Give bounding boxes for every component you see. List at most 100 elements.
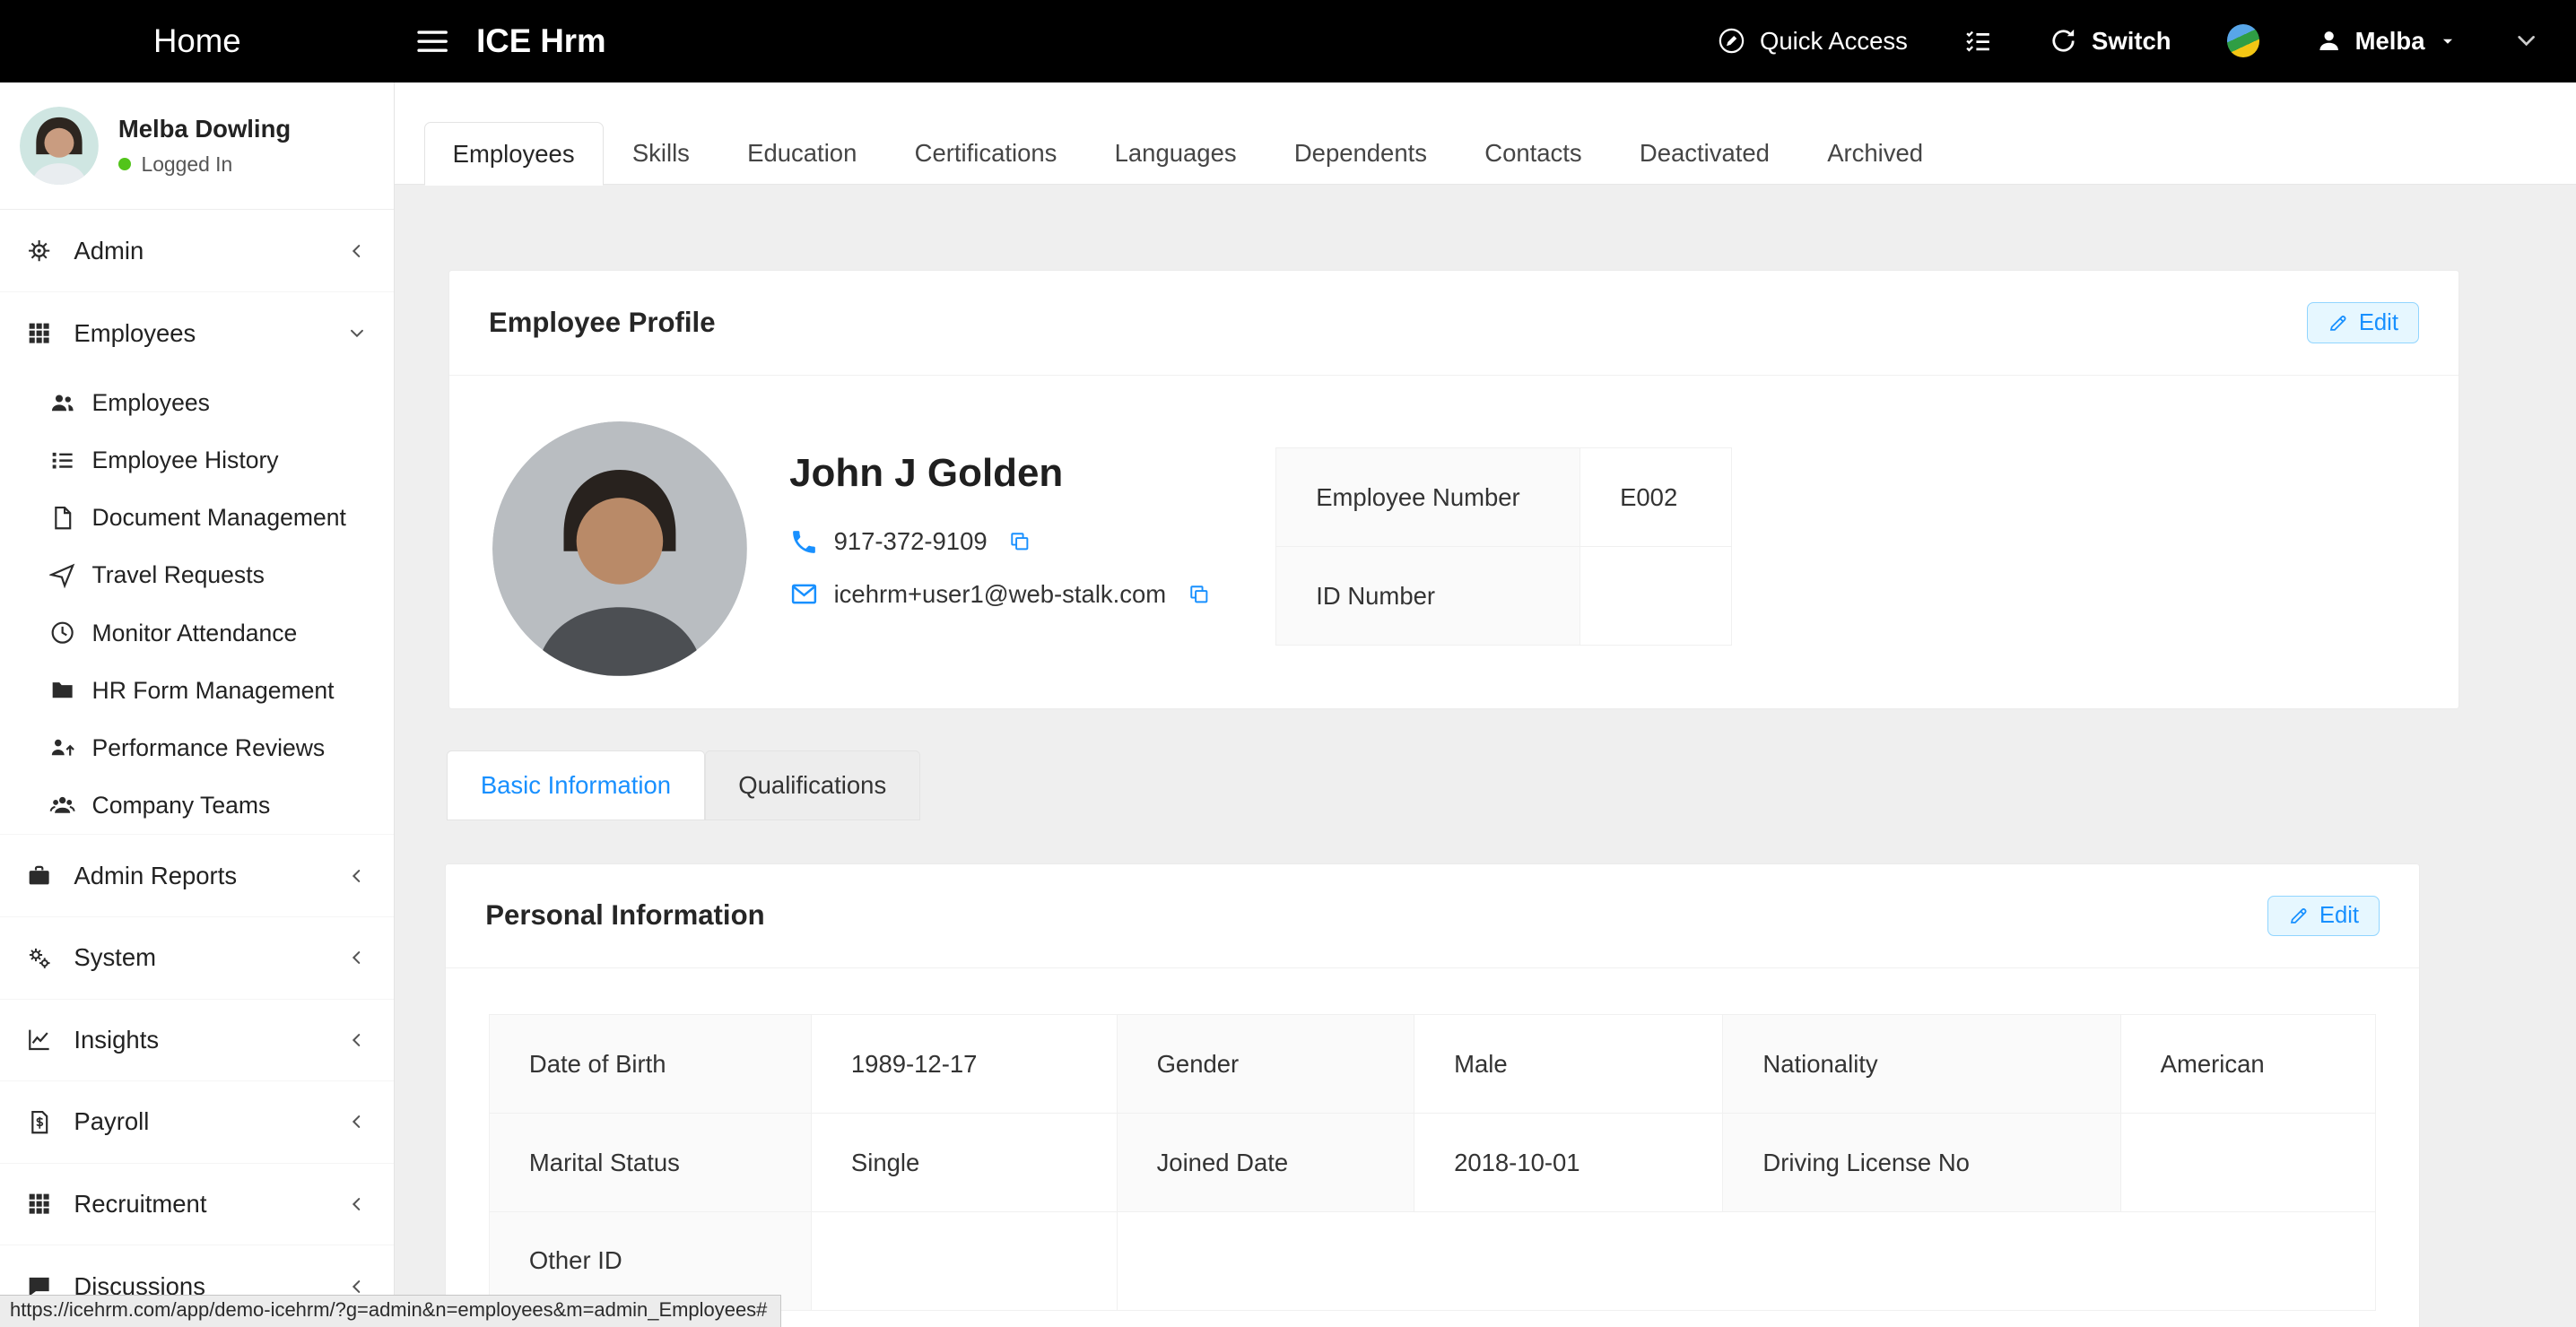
employee-profile-card: Employee Profile Edit John J Golden (448, 270, 2459, 709)
app-brand[interactable]: ICE Hrm (476, 22, 606, 60)
table-row: Date of Birth 1989-12-17 Gender Male Nat… (489, 1015, 2375, 1114)
sidebar-item-label: Admin Reports (74, 862, 237, 890)
sidebar-item-recruitment[interactable]: Recruitment (0, 1164, 394, 1246)
home-link[interactable]: Home (0, 22, 395, 60)
sidebar-subitem-employee-history[interactable]: Employee History (0, 432, 394, 490)
tab-contacts[interactable]: Contacts (1456, 122, 1611, 185)
sidebar-subitem-label: Performance Reviews (92, 734, 326, 762)
chevron-left-icon (347, 1277, 367, 1297)
table-row: Employee Number E002 (1276, 448, 1731, 547)
tasks-button[interactable] (1963, 26, 1993, 56)
chevron-left-icon (347, 866, 367, 886)
folder-icon (49, 677, 75, 703)
list-icon (49, 447, 75, 473)
sidebar-user-name: Melba Dowling (118, 115, 291, 143)
tab-deactivated[interactable]: Deactivated (1611, 122, 1798, 185)
tab-dependents[interactable]: Dependents (1266, 122, 1456, 185)
field-label: Date of Birth (489, 1015, 811, 1114)
sidebar-subitem-company-teams[interactable]: Company Teams (0, 776, 394, 834)
edit-button-label: Edit (2359, 310, 2398, 336)
link-preview-statusbar: https://icehrm.com/app/demo-icehrm/?g=ad… (0, 1295, 781, 1327)
sidebar-item-admin[interactable]: Admin (0, 210, 394, 292)
field-label: Driving License No (1723, 1114, 2120, 1212)
tab-languages[interactable]: Languages (1086, 122, 1266, 185)
switch-button[interactable]: Switch (2049, 26, 2171, 56)
employee-name: John J Golden (789, 451, 1233, 496)
mail-icon (789, 579, 819, 609)
edit-personal-information-button[interactable]: Edit (2267, 896, 2380, 937)
tab-education[interactable]: Education (718, 122, 885, 185)
sidebar-subitem-label: HR Form Management (92, 677, 335, 705)
edit-button-label: Edit (2319, 903, 2359, 929)
copy-email-button[interactable] (1188, 583, 1211, 606)
hamburger-menu-button[interactable] (414, 23, 450, 59)
sidebar-subitem-monitor-attendance[interactable]: Monitor Attendance (0, 604, 394, 662)
sidebar-subitem-label: Employees (92, 389, 210, 417)
clock-icon (49, 620, 75, 646)
pencil-circle-icon (1717, 26, 1746, 56)
document-icon (49, 505, 75, 531)
employee-summary-table: Employee Number E002 ID Number (1275, 447, 1731, 646)
sidebar-item-payroll[interactable]: Payroll (0, 1081, 394, 1164)
employee-phone: 917-372-9109 (834, 527, 988, 556)
chevron-left-icon (347, 1194, 367, 1214)
sidebar-item-system[interactable]: System (0, 917, 394, 1000)
navbar-collapse-button[interactable] (2513, 28, 2539, 54)
subtab-qualifications[interactable]: Qualifications (705, 750, 920, 820)
briefcase-icon (26, 863, 52, 889)
sidebar-item-insights[interactable]: Insights (0, 1000, 394, 1082)
sidebar-item-employees[interactable]: Employees (0, 292, 394, 375)
sidebar-subitem-document-management[interactable]: Document Management (0, 490, 394, 547)
language-button[interactable] (2227, 24, 2260, 57)
edit-profile-button[interactable]: Edit (2307, 302, 2419, 343)
globe-icon (2227, 24, 2260, 57)
sidebar-item-label: Insights (74, 1026, 159, 1054)
sidebar-subitem-travel-requests[interactable]: Travel Requests (0, 547, 394, 604)
sidebar-item-admin-reports[interactable]: Admin Reports (0, 835, 394, 917)
chevron-left-icon (347, 948, 367, 967)
teams-icon (49, 793, 75, 819)
field-label: Employee Number (1276, 448, 1580, 547)
content-area: Employee Profile Edit John J Golden (395, 185, 2576, 1327)
sidebar: Melba Dowling Logged In Admin Employees (0, 82, 395, 1327)
field-value: American (2120, 1015, 2375, 1114)
refresh-icon (2049, 26, 2078, 56)
gears-icon (26, 945, 52, 971)
employees-submenu: Employees Employee History Document Mana… (0, 375, 394, 836)
tab-certifications[interactable]: Certifications (885, 122, 1085, 185)
pencil-icon (2288, 905, 2310, 926)
paper-plane-icon (49, 562, 75, 588)
grid-icon (26, 1191, 52, 1217)
pencil-icon (2328, 312, 2349, 334)
hamburger-icon (414, 23, 450, 59)
field-value (2120, 1114, 2375, 1212)
tab-employees[interactable]: Employees (424, 122, 604, 186)
employee-email: icehrm+user1@web-stalk.com (834, 580, 1167, 609)
quick-access-button[interactable]: Quick Access (1717, 26, 1907, 56)
chevron-down-icon (347, 324, 367, 343)
chevron-left-icon (347, 1112, 367, 1132)
top-navbar: Home ICE Hrm Quick Access Switch Melba (0, 0, 2576, 82)
caret-down-icon (2438, 31, 2458, 51)
field-label: Gender (1117, 1015, 1414, 1114)
sidebar-subitem-label: Travel Requests (92, 561, 265, 589)
chevron-down-icon (2513, 28, 2539, 54)
field-value: 1989-12-17 (811, 1015, 1117, 1114)
copy-phone-button[interactable] (1008, 530, 1031, 553)
sidebar-item-label: Recruitment (74, 1190, 206, 1219)
subtab-basic-information[interactable]: Basic Information (447, 750, 704, 820)
personal-information-card: Personal Information Edit Date of Birth … (445, 863, 2420, 1327)
people-icon (49, 390, 75, 416)
personal-information-table: Date of Birth 1989-12-17 Gender Male Nat… (489, 1014, 2376, 1311)
sidebar-subitem-hr-form-management[interactable]: HR Form Management (0, 662, 394, 719)
online-status-dot (118, 158, 132, 171)
tab-archived[interactable]: Archived (1798, 122, 1952, 185)
sidebar-subitem-performance-reviews[interactable]: Performance Reviews (0, 719, 394, 776)
sidebar-user-card: Melba Dowling Logged In (0, 82, 394, 211)
user-menu[interactable]: Melba (2316, 27, 2458, 56)
field-label: Joined Date (1117, 1114, 1414, 1212)
table-row: ID Number (1276, 547, 1731, 646)
tab-skills[interactable]: Skills (604, 122, 718, 185)
sidebar-subitem-employees[interactable]: Employees (0, 375, 394, 432)
main-content: Employees Skills Education Certification… (395, 82, 2576, 1327)
